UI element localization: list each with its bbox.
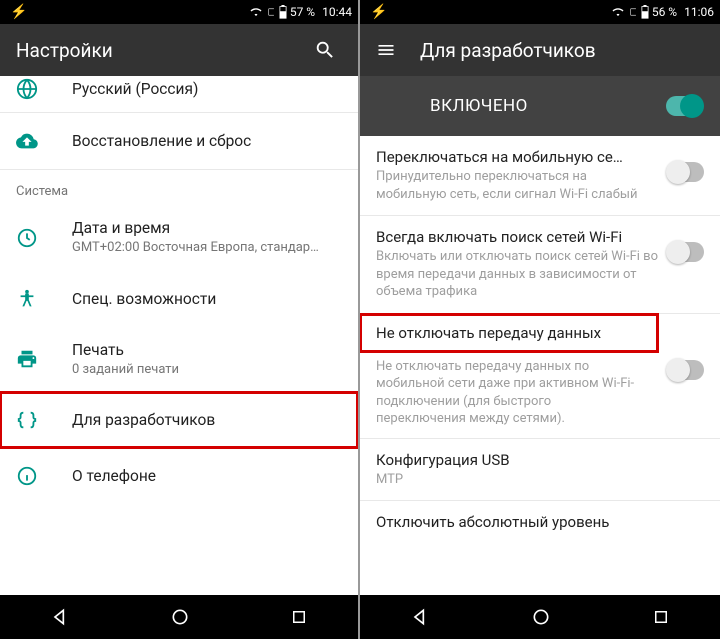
print-icon: [16, 348, 72, 370]
absvol-label: Отключить абсолютный уровень: [376, 513, 704, 531]
row-about-phone[interactable]: О телефоне: [0, 448, 358, 504]
no-sim-icon: [628, 6, 638, 18]
usbconfig-sub: MTP: [376, 471, 704, 489]
nav-home-button[interactable]: [150, 599, 210, 635]
row-mobile-data-always[interactable]: Не отключать передачу данных Не отключат…: [360, 314, 720, 438]
accessibility-icon: [16, 288, 72, 310]
language-label: Русский (Россия): [72, 80, 342, 98]
wifi-icon: [611, 6, 625, 18]
nav-back-button[interactable]: [390, 599, 450, 635]
menu-button[interactable]: [376, 40, 396, 60]
print-label: Печать: [72, 341, 342, 359]
row-language[interactable]: Русский (Россия): [0, 76, 358, 112]
handover-label: Переключаться на мобильную се…: [376, 148, 658, 166]
handover-toggle[interactable]: [668, 162, 704, 182]
master-switch-toggle[interactable]: [666, 96, 702, 116]
print-sub: 0 заданий печати: [72, 361, 342, 379]
cloud-upload-icon: [16, 130, 72, 152]
nav-home-button[interactable]: [511, 599, 571, 635]
globe-icon: [16, 78, 72, 100]
row-disable-absolute-volume[interactable]: Отключить абсолютный уровень: [360, 501, 720, 535]
phone-right-devoptions: ⚡ 56 % 11:06 Для разработчиков ВКЛЮЧЕНО: [360, 0, 720, 639]
braces-icon: [16, 409, 72, 431]
nav-recent-button[interactable]: [632, 600, 690, 634]
developer-label: Для разработчиков: [72, 411, 342, 429]
row-wifi-scan-always[interactable]: Всегда включать поиск сетей Wi-Fi Включа…: [360, 216, 720, 313]
row-aggressive-handover[interactable]: Переключаться на мобильную се… Принудите…: [360, 136, 720, 215]
accessibility-label: Спец. возможности: [72, 290, 342, 308]
nav-back-button[interactable]: [30, 599, 90, 635]
appbar-settings: Настройки: [0, 24, 358, 76]
date-time-label: Дата и время: [72, 219, 342, 237]
master-switch-bar[interactable]: ВКЛЮЧЕНО: [360, 76, 720, 136]
no-sim-icon: [266, 6, 276, 18]
mobiledata-sub: Не отключать передачу данных по мобильно…: [360, 354, 658, 438]
battery-percent: 56 %: [652, 5, 677, 19]
hamburger-icon: [376, 40, 396, 60]
mobiledata-label: Не отключать передачу данных: [360, 314, 658, 352]
battery-percent: 57 %: [290, 5, 315, 19]
wifi-icon: [249, 6, 263, 18]
master-switch-label: ВКЛЮЧЕНО: [378, 96, 666, 116]
wifiscan-label: Всегда включать поиск сетей Wi-Fi: [376, 228, 658, 246]
mobiledata-toggle[interactable]: [668, 360, 704, 380]
date-time-sub: GMT+02:00 Восточная Европа, стандар…: [72, 239, 342, 257]
search-icon: [314, 39, 336, 61]
battery-icon: [641, 5, 649, 19]
appbar-title: Для разработчиков: [420, 39, 704, 62]
subheader-system: Система: [0, 170, 358, 205]
status-bar: ⚡ 57 % 10:44: [0, 0, 358, 24]
settings-list[interactable]: Русский (Россия) Восстановление и сброс …: [0, 76, 358, 595]
clock: 10:44: [322, 5, 352, 19]
status-bar: ⚡ 56 % 11:06: [360, 0, 720, 24]
row-usb-config[interactable]: Конфигурация USB MTP: [360, 439, 720, 501]
clock-icon: [16, 227, 72, 249]
backup-label: Восстановление и сброс: [72, 132, 342, 150]
row-developer-options[interactable]: Для разработчиков: [0, 392, 358, 448]
clock: 11:06: [684, 5, 714, 19]
charging-icon: ⚡: [366, 4, 387, 20]
row-accessibility[interactable]: Спец. возможности: [0, 271, 358, 327]
usbconfig-label: Конфигурация USB: [376, 451, 704, 469]
battery-icon: [279, 5, 287, 19]
navbar: [360, 595, 720, 639]
charging-icon: ⚡: [6, 4, 27, 20]
wifiscan-toggle[interactable]: [668, 242, 704, 262]
nav-recent-button[interactable]: [270, 600, 328, 634]
info-icon: [16, 465, 72, 487]
handover-sub: Принудительно переключаться на мобильную…: [376, 168, 658, 203]
wifiscan-sub: Включать или отключать поиск сетей Wi-Fi…: [376, 248, 658, 301]
appbar-title: Настройки: [16, 39, 308, 62]
navbar: [0, 595, 358, 639]
devoptions-list[interactable]: Переключаться на мобильную се… Принудите…: [360, 136, 720, 595]
phone-left-settings: ⚡ 57 % 10:44 Настройки Русский (Россия): [0, 0, 360, 639]
row-printing[interactable]: Печать 0 заданий печати: [0, 327, 358, 393]
row-backup-reset[interactable]: Восстановление и сброс: [0, 113, 358, 169]
appbar-devoptions: Для разработчиков: [360, 24, 720, 76]
about-label: О телефоне: [72, 467, 342, 485]
row-date-time[interactable]: Дата и время GMT+02:00 Восточная Европа,…: [0, 205, 358, 271]
search-button[interactable]: [308, 39, 342, 61]
